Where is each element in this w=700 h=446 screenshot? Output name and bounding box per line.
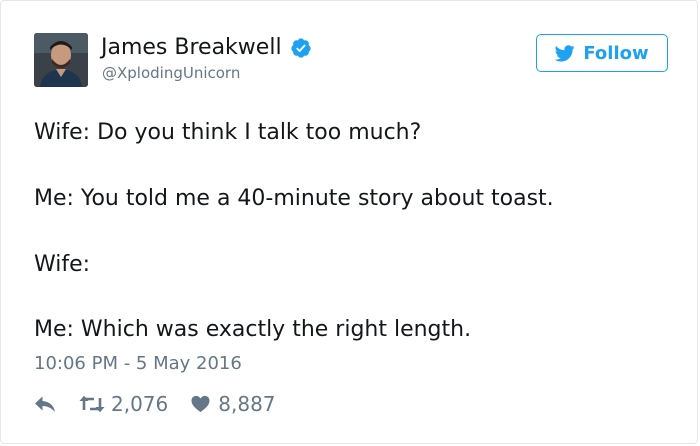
- tweet-actions: 2,076 8,887: [34, 391, 276, 417]
- author-handle[interactable]: @XplodingUnicorn: [102, 63, 240, 83]
- tweet-card: James Breakwell @XplodingUnicorn Follow …: [0, 0, 698, 444]
- twitter-bird-icon: [555, 44, 576, 61]
- tweet-text-line: Me: You told me a 40-minute story about …: [34, 186, 554, 211]
- follow-button[interactable]: Follow: [536, 34, 668, 72]
- like-button[interactable]: 8,887: [191, 392, 276, 416]
- follow-button-label: Follow: [583, 42, 649, 64]
- reply-icon: [35, 396, 55, 412]
- tweet-timestamp[interactable]: 10:06 PM - 5 May 2016: [34, 352, 242, 376]
- author-name[interactable]: James Breakwell: [101, 35, 312, 61]
- verified-badge-icon: [290, 38, 311, 58]
- tweet-text-line: Me: Which was exactly the right length.: [34, 317, 472, 342]
- retweet-button[interactable]: 2,076: [79, 392, 168, 416]
- heart-icon: [191, 395, 210, 413]
- tweet-text-line: Wife:: [34, 252, 91, 277]
- retweet-count: 2,076: [111, 392, 169, 416]
- reply-button[interactable]: [34, 395, 56, 413]
- tweet-text-line: Wife: Do you think I talk too much?: [34, 120, 422, 145]
- avatar[interactable]: [34, 33, 88, 87]
- avatar-image: [34, 33, 88, 87]
- like-count: 8,887: [218, 392, 276, 416]
- author-name-text: James Breakwell: [101, 35, 282, 60]
- retweet-icon: [79, 395, 105, 413]
